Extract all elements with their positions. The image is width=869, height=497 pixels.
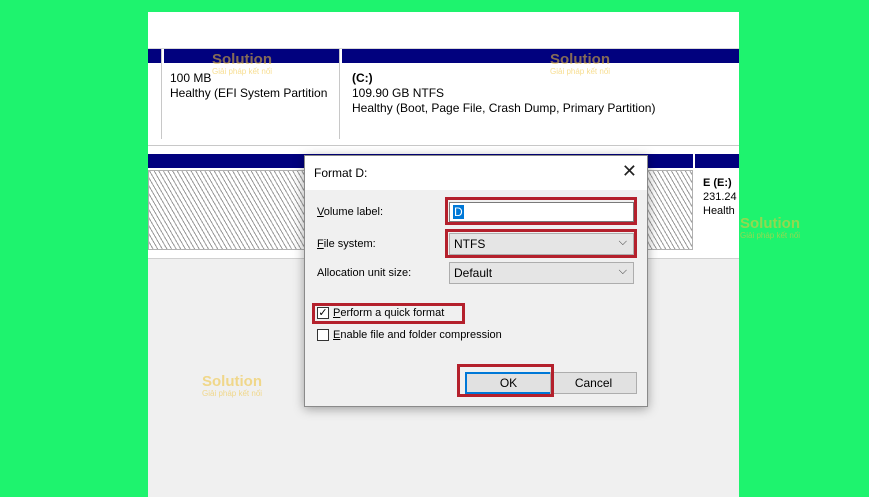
checkbox-unchecked-icon — [317, 329, 329, 341]
selected-text: D — [453, 205, 464, 219]
partition-status: Healthy (Boot, Page File, Crash Dump, Pr… — [352, 101, 656, 115]
dialog-titlebar[interactable]: Format D: ✕ — [305, 156, 647, 190]
partition-status: Healthy (EFI System Partition — [170, 86, 328, 100]
disk-0-row: 100 MB Healthy (EFI System Partition (C:… — [148, 48, 739, 146]
watermark-tagline: Giải pháp kết nối — [740, 231, 801, 240]
close-icon[interactable]: ✕ — [622, 161, 637, 181]
volume-label-input[interactable]: D — [449, 202, 634, 222]
partition-size: 231.24 — [703, 191, 737, 203]
top-strip — [148, 12, 739, 48]
select-value: NTFS — [454, 237, 486, 251]
label-text: nable file and folder compression — [340, 329, 502, 341]
partition-bar — [695, 154, 739, 168]
partition-size: 100 MB — [170, 71, 212, 85]
label-text: ile system: — [323, 238, 376, 250]
quick-format-checkbox[interactable]: ✓ Perform a quick format — [317, 307, 444, 319]
partition-name: (C:) — [352, 71, 373, 85]
partition-status: Health — [703, 205, 735, 217]
partition-bar — [164, 49, 339, 63]
dialog-title: Format D: — [314, 166, 368, 180]
allocation-unit-label: Allocation unit size: — [317, 267, 412, 279]
disk-0-partition-stub — [148, 49, 162, 139]
partition-name: E (E:) — [703, 177, 732, 189]
format-dialog: Format D: ✕ Volume label: D File system:… — [304, 155, 648, 407]
partition-c[interactable]: (C:) 109.90 GB NTFS Healthy (Boot, Page … — [342, 49, 739, 139]
file-system-label: File system: — [317, 238, 376, 250]
partition-e[interactable]: E (E:) 231.24 Health — [695, 154, 739, 250]
compression-checkbox[interactable]: Enable file and folder compression — [317, 329, 502, 341]
partition-bar — [342, 49, 739, 63]
chevron-down-icon: ⌵ — [618, 265, 627, 277]
checkbox-checked-icon: ✓ — [317, 307, 329, 319]
cancel-button[interactable]: Cancel — [550, 372, 637, 394]
partition-bar — [148, 49, 161, 63]
select-value: Default — [454, 266, 493, 280]
label-text: olume label: — [323, 206, 384, 218]
checkbox-label: Perform a quick format — [333, 307, 444, 319]
partition-efi[interactable]: 100 MB Healthy (EFI System Partition — [164, 49, 340, 139]
access-key: V — [317, 206, 324, 218]
ok-button[interactable]: OK — [465, 372, 552, 394]
watermark-logo: Solution Giải pháp kết nối — [740, 215, 801, 242]
watermark-brand: Solution — [740, 215, 801, 232]
checkbox-label: Enable file and folder compression — [333, 329, 502, 341]
volume-label-label: Volume label: — [317, 206, 383, 218]
label-text: erform a quick format — [340, 307, 445, 319]
partition-size: 109.90 GB NTFS — [352, 86, 445, 100]
allocation-unit-select[interactable]: Default ⌵ — [449, 262, 634, 284]
file-system-select[interactable]: NTFS ⌵ — [449, 233, 634, 255]
chevron-down-icon: ⌵ — [618, 236, 627, 248]
access-key: F — [317, 238, 324, 250]
